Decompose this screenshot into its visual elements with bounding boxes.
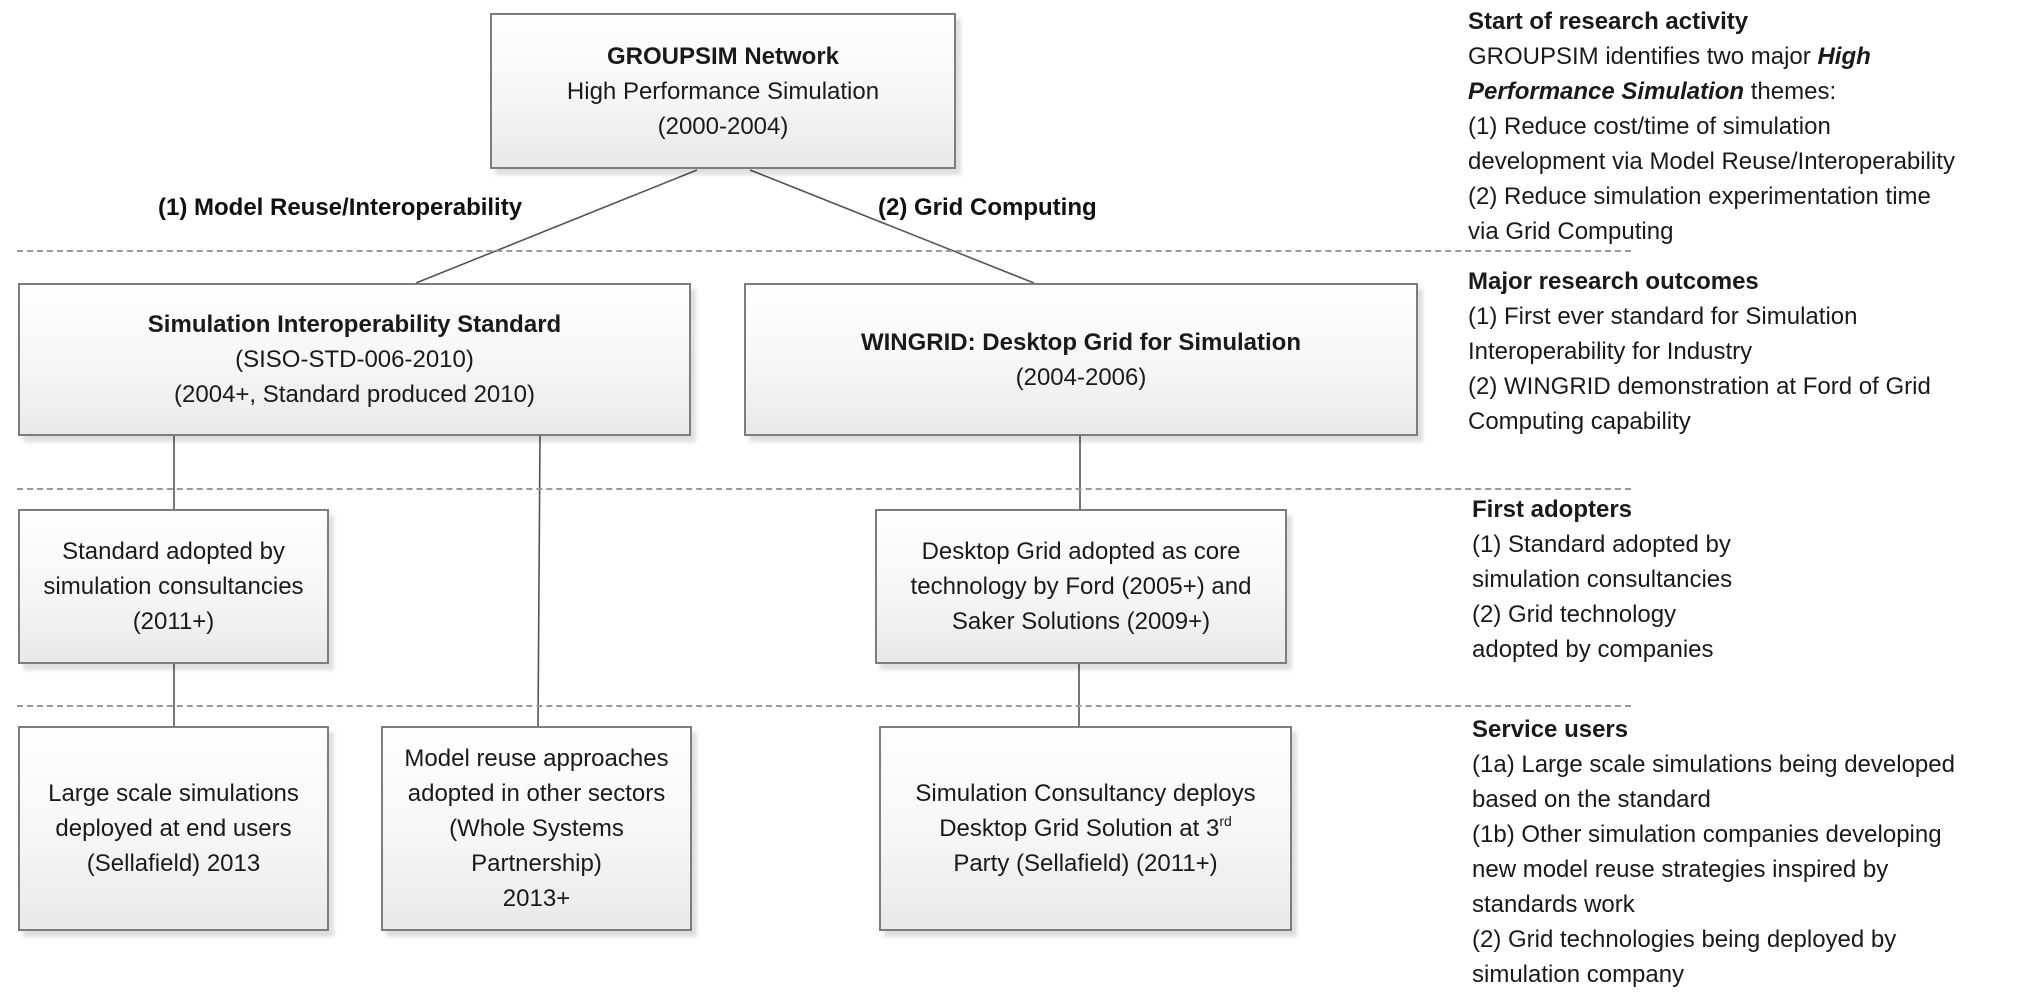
side-note-line: (2) Reduce simulation experimentation ti… bbox=[1468, 183, 1931, 210]
side-note-line: (2) WINGRID demonstration at Ford of Gri… bbox=[1468, 373, 1931, 400]
side-note-line: (1) Standard adopted by bbox=[1472, 531, 1731, 558]
side-note-line: (1) Reduce cost/time of simulation bbox=[1468, 113, 1831, 140]
side-note-line: (1a) Large scale simulations being devel… bbox=[1472, 751, 1955, 778]
node-title: Simulation Interoperability Standard bbox=[147, 311, 562, 338]
node-line: Party (Sellafield) (2011+) bbox=[953, 850, 1218, 877]
node-period: (2004-2006) bbox=[1015, 363, 1147, 391]
node-simulation-consultancy-deploys: Simulation Consultancy deploys Desktop G… bbox=[879, 726, 1292, 931]
side-note-line: new model reuse strategies inspired by bbox=[1472, 856, 1889, 883]
edge-label-grid-computing: (2) Grid Computing bbox=[878, 194, 1097, 221]
side-note-line: simulation consultancies bbox=[1472, 566, 1733, 593]
phase-separator-1 bbox=[17, 250, 1631, 252]
node-line: Model reuse approaches bbox=[404, 745, 669, 772]
node-line: (2011+) bbox=[132, 608, 215, 635]
side-note-line: via Grid Computing bbox=[1468, 218, 1674, 245]
node-line: Saker Solutions (2009+) bbox=[951, 608, 1211, 635]
node-model-reuse-approaches: Model reuse approaches adopted in other … bbox=[381, 726, 692, 931]
side-note-line: (1b) Other simulation companies developi… bbox=[1472, 821, 1942, 848]
node-title: WINGRID: Desktop Grid for Simulation bbox=[860, 328, 1301, 356]
side-note-heading: Start of research activity bbox=[1468, 8, 1749, 35]
side-note-line: development via Model Reuse/Interoperabi… bbox=[1468, 148, 1955, 175]
node-line: Standard adopted by bbox=[62, 538, 285, 565]
side-note-service-users: Service users (1a) Large scale simulatio… bbox=[1472, 712, 2032, 992]
node-line: (Sellafield) 2013 bbox=[86, 850, 261, 877]
connector-root-to-sis bbox=[415, 169, 698, 284]
side-note-start-of-research: Start of research activity GROUPSIM iden… bbox=[1468, 4, 2028, 249]
side-note-first-adopters: First adopters (1) Standard adopted by s… bbox=[1472, 492, 2032, 667]
node-large-scale-simulations: Large scale simulations deployed at end … bbox=[18, 726, 329, 931]
side-note-heading: Service users bbox=[1472, 716, 1629, 743]
node-title: GROUPSIM Network bbox=[606, 42, 840, 70]
node-line: Large scale simulations bbox=[48, 780, 299, 807]
side-note-emphasis: Performance Simulation bbox=[1468, 78, 1745, 105]
side-note-line: adopted by companies bbox=[1472, 636, 1714, 663]
side-note-line: Performance Simulation themes: bbox=[1468, 74, 2028, 109]
side-note-emphasis: High bbox=[1817, 43, 1871, 70]
side-note-line: Interoperability for Industry bbox=[1468, 338, 1753, 365]
side-note-text: themes: bbox=[1744, 78, 1837, 105]
node-line: deployed at end users bbox=[55, 815, 292, 842]
edge-label-model-reuse: (1) Model Reuse/Interoperability bbox=[158, 194, 523, 221]
node-line: technology by Ford (2005+) and bbox=[910, 573, 1252, 600]
side-note-line: simulation company bbox=[1472, 961, 1685, 988]
node-line: Simulation Consultancy deploys bbox=[915, 780, 1256, 807]
node-line: Desktop Grid Solution at 3rd bbox=[939, 811, 1232, 846]
node-desktop-grid-adopted: Desktop Grid adopted as core technology … bbox=[875, 509, 1287, 664]
phase-separator-3 bbox=[17, 705, 1631, 707]
side-note-line: GROUPSIM identifies two major High bbox=[1468, 39, 2028, 74]
node-line: Desktop Grid adopted as core bbox=[921, 538, 1241, 565]
side-note-text: GROUPSIM identifies two major bbox=[1468, 43, 1818, 70]
node-subtitle: High Performance Simulation bbox=[566, 77, 880, 105]
side-note-line: standards work bbox=[1472, 891, 1635, 918]
node-line: Partnership) bbox=[471, 850, 602, 877]
side-note-line: based on the standard bbox=[1472, 786, 1711, 813]
side-note-heading: First adopters bbox=[1472, 496, 1633, 523]
connector-root-to-wingrid bbox=[749, 169, 1035, 284]
side-note-line: (2) Grid technologies being deployed by bbox=[1472, 926, 1897, 953]
node-standard-id: (SISO-STD-006-2010) bbox=[235, 346, 474, 373]
node-line: 2013+ bbox=[502, 885, 571, 912]
node-simulation-interoperability-standard: Simulation Interoperability Standard (SI… bbox=[18, 283, 691, 436]
node-period: (2000-2004) bbox=[657, 112, 789, 140]
side-note-major-outcomes: Major research outcomes (1) First ever s… bbox=[1468, 264, 2028, 439]
side-note-line: (2) Grid technology bbox=[1472, 601, 1677, 628]
side-note-line: (1) First ever standard for Simulation bbox=[1468, 303, 1858, 330]
node-line-text: Desktop Grid Solution at 3 bbox=[939, 815, 1220, 842]
ordinal-suffix: rd bbox=[1219, 813, 1232, 829]
side-note-heading: Major research outcomes bbox=[1468, 268, 1759, 295]
node-wingrid: WINGRID: Desktop Grid for Simulation (20… bbox=[744, 283, 1418, 436]
node-line: simulation consultancies bbox=[43, 573, 304, 600]
connector-sis-to-model-reuse bbox=[537, 435, 541, 727]
node-groupsim-network: GROUPSIM Network High Performance Simula… bbox=[490, 13, 956, 169]
node-line: adopted in other sectors bbox=[407, 780, 666, 807]
side-note-line: Computing capability bbox=[1468, 408, 1691, 435]
node-line: (Whole Systems bbox=[449, 815, 624, 842]
node-standard-adopted: Standard adopted by simulation consultan… bbox=[18, 509, 329, 664]
node-period: (2004+, Standard produced 2010) bbox=[174, 381, 535, 408]
phase-separator-2 bbox=[17, 488, 1631, 490]
